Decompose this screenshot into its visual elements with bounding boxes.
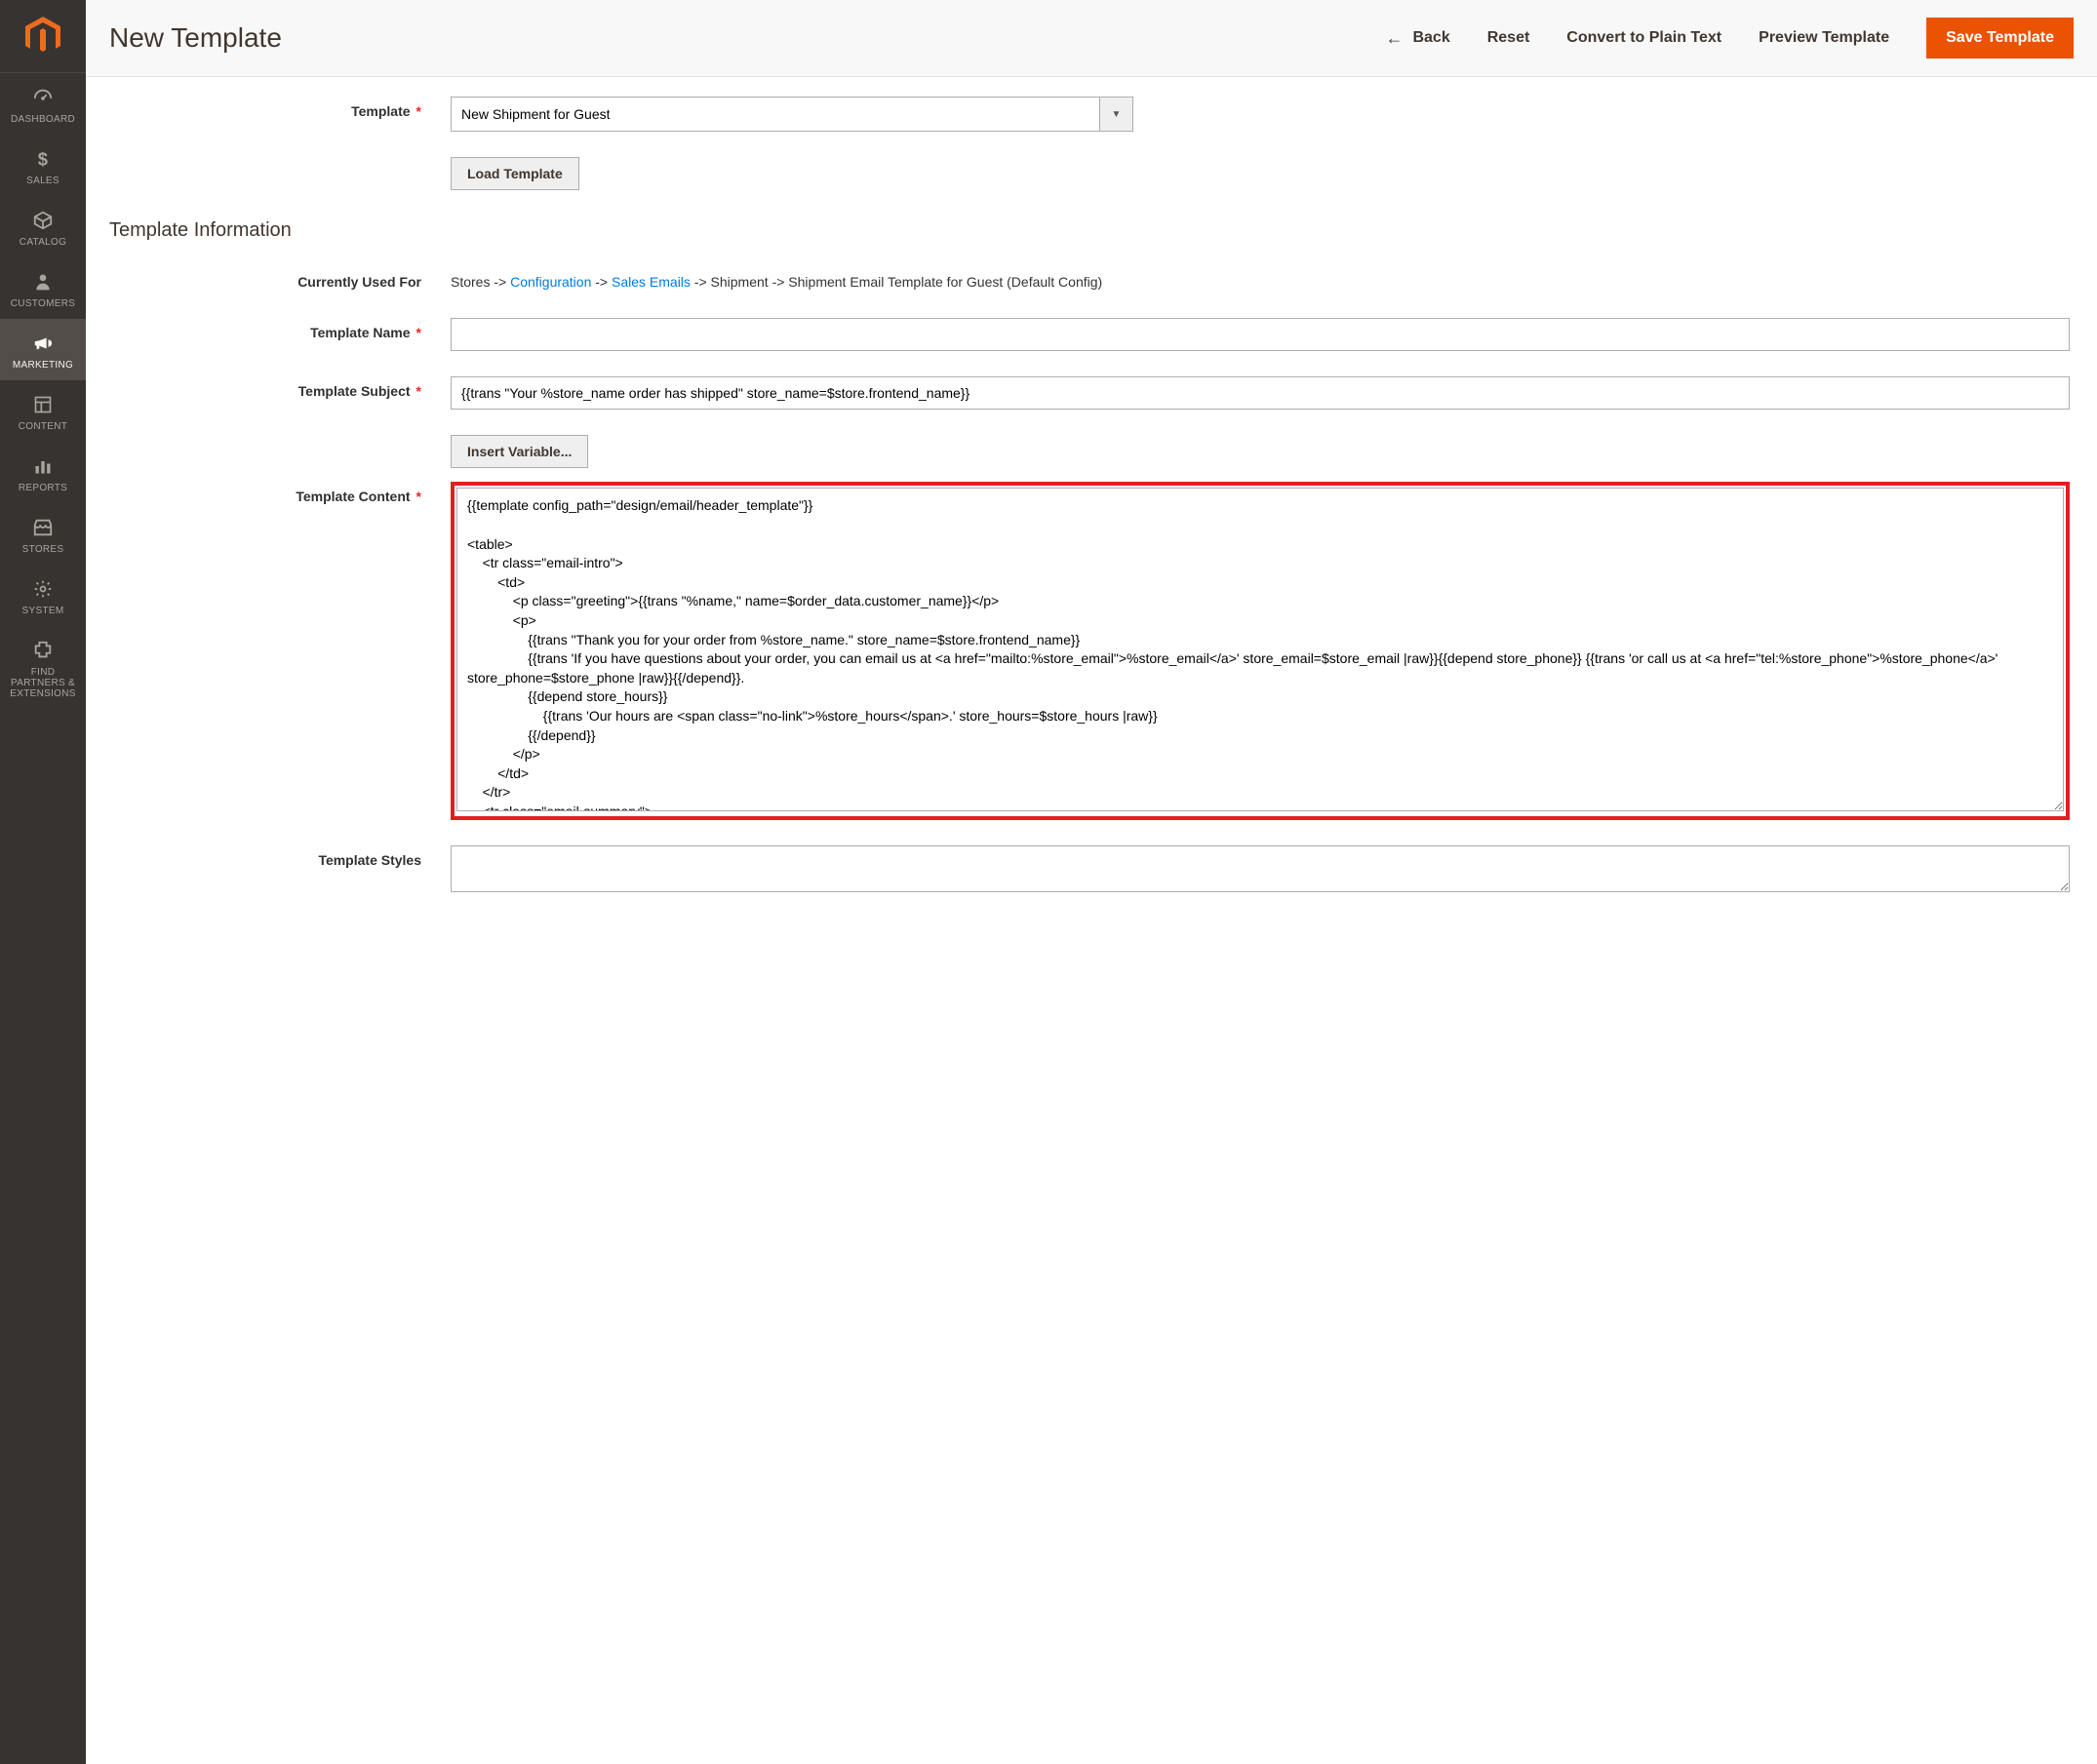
sidebar-item-stores[interactable]: STORES	[0, 503, 86, 565]
megaphone-icon	[32, 333, 54, 354]
page-title: New Template	[109, 22, 282, 54]
magento-logo[interactable]	[0, 0, 86, 73]
template-name-input[interactable]	[451, 318, 2070, 351]
back-label: Back	[1412, 29, 1449, 47]
storefront-icon	[32, 517, 54, 538]
puzzle-icon	[32, 640, 54, 661]
sidebar-label: SALES	[26, 176, 59, 186]
template-styles-textarea[interactable]	[451, 845, 2070, 892]
sidebar-item-dashboard[interactable]: DASHBOARD	[0, 73, 86, 135]
template-content-highlight	[451, 482, 2070, 820]
template-name-label: Template Name*	[109, 318, 451, 340]
preview-button[interactable]: Preview Template	[1759, 29, 1889, 47]
person-icon	[32, 271, 54, 293]
load-template-button[interactable]: Load Template	[451, 157, 579, 190]
sidebar-label: MARKETING	[13, 360, 73, 371]
main-content: New Template ← Back Reset Convert to Pla…	[86, 0, 2097, 1764]
page-header: New Template ← Back Reset Convert to Pla…	[86, 0, 2097, 77]
sidebar-label: STORES	[22, 544, 64, 555]
back-button[interactable]: ← Back	[1385, 28, 1449, 49]
template-select-value[interactable]	[451, 97, 1100, 132]
dashboard-icon	[32, 87, 54, 108]
sidebar-label: CUSTOMERS	[11, 298, 75, 309]
sidebar-item-customers[interactable]: CUSTOMERS	[0, 257, 86, 319]
layout-icon	[32, 394, 54, 415]
template-styles-label: Template Styles	[109, 845, 451, 868]
template-subject-input[interactable]	[451, 376, 2070, 410]
convert-button[interactable]: Convert to Plain Text	[1566, 29, 1721, 47]
sidebar-item-content[interactable]: CONTENT	[0, 380, 86, 442]
currently-used-value: Stores -> Configuration -> Sales Emails …	[451, 267, 2070, 293]
magento-logo-icon	[25, 17, 60, 56]
template-content-textarea[interactable]	[456, 488, 2064, 811]
box-icon	[32, 210, 54, 231]
save-template-button[interactable]: Save Template	[1926, 18, 2074, 59]
sidebar-item-partners[interactable]: FIND PARTNERS & EXTENSIONS	[0, 626, 86, 709]
template-subject-label: Template Subject*	[109, 376, 451, 399]
currently-used-label: Currently Used For	[109, 267, 451, 290]
reset-button[interactable]: Reset	[1487, 29, 1530, 47]
sales-emails-link[interactable]: Sales Emails	[612, 274, 691, 290]
section-title: Template Information	[109, 219, 2074, 242]
sidebar-label: REPORTS	[19, 483, 67, 493]
sidebar-item-system[interactable]: SYSTEM	[0, 565, 86, 626]
admin-sidebar: DASHBOARD $ SALES CATALOG CUSTOMERS MARK…	[0, 0, 86, 1764]
sidebar-label: DASHBOARD	[11, 114, 75, 125]
sidebar-label: CATALOG	[20, 237, 66, 248]
bar-chart-icon	[32, 455, 54, 477]
sidebar-label: FIND PARTNERS & EXTENSIONS	[4, 667, 82, 699]
sidebar-item-marketing[interactable]: MARKETING	[0, 319, 86, 380]
dollar-icon: $	[32, 148, 54, 170]
sidebar-item-catalog[interactable]: CATALOG	[0, 196, 86, 257]
template-select[interactable]: ▼	[451, 97, 1133, 132]
insert-variable-button[interactable]: Insert Variable...	[451, 435, 588, 468]
sidebar-item-sales[interactable]: $ SALES	[0, 135, 86, 196]
sidebar-label: SYSTEM	[22, 606, 64, 616]
arrow-left-icon: ←	[1385, 28, 1403, 49]
svg-text:$: $	[38, 148, 48, 169]
sidebar-label: CONTENT	[19, 421, 67, 432]
chevron-down-icon[interactable]: ▼	[1100, 97, 1133, 132]
sidebar-item-reports[interactable]: REPORTS	[0, 442, 86, 503]
form-area: Template* ▼ Load Template Template Infor…	[86, 77, 2097, 940]
template-select-label: Template*	[109, 97, 451, 119]
configuration-link[interactable]: Configuration	[510, 274, 591, 290]
template-content-label: Template Content*	[109, 482, 451, 504]
gear-icon	[32, 578, 54, 600]
header-actions: ← Back Reset Convert to Plain Text Previ…	[1385, 18, 2074, 59]
